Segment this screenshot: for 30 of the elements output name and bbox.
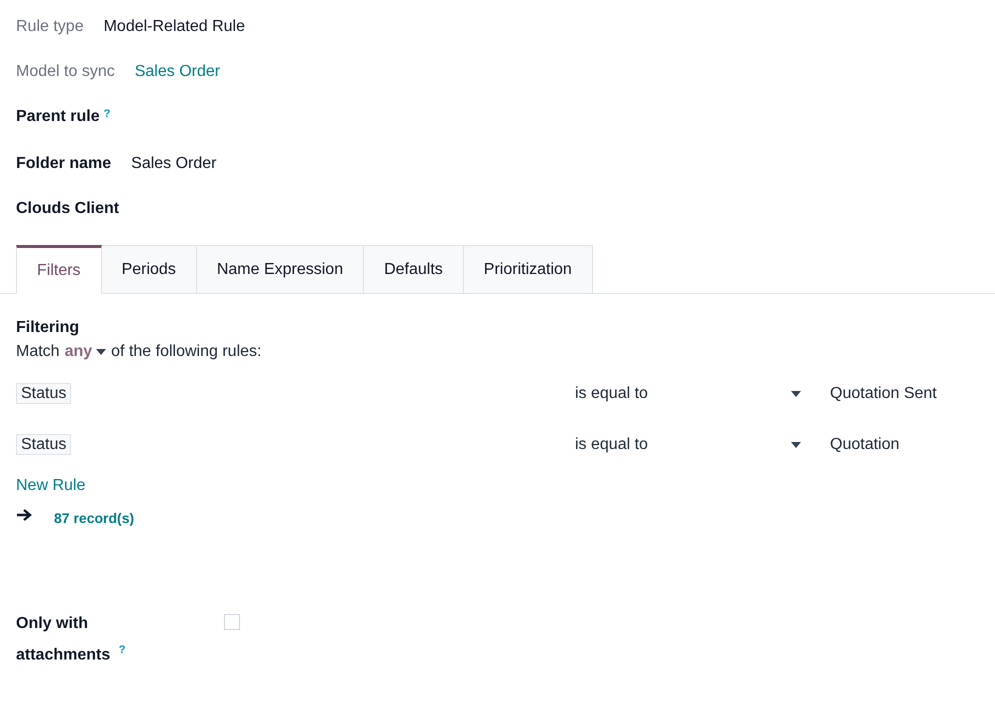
field-selector[interactable]: Status	[16, 434, 72, 455]
field-label: Clouds Client	[16, 200, 120, 218]
operator-select[interactable]: is equal to	[575, 436, 801, 454]
caret-icon	[791, 442, 801, 448]
field-label: Folder name	[16, 155, 112, 173]
field-label: Rule type	[16, 18, 84, 36]
records-link[interactable]: 87 record(s)	[54, 510, 134, 526]
match-text: Match	[16, 342, 60, 362]
caret-icon	[791, 391, 801, 397]
field-value: Sales Order	[131, 155, 217, 173]
tab[interactable]: Filters	[16, 245, 102, 294]
value-select[interactable]: Quotation	[830, 436, 900, 454]
section-title: Filtering	[16, 318, 80, 338]
match-text: of the following rules:	[111, 342, 262, 362]
field-label: Only with attachments	[16, 615, 110, 664]
match-dropdown[interactable]: any	[64, 340, 106, 364]
checkbox[interactable]	[224, 614, 240, 630]
operator-select[interactable]: is equal to	[575, 385, 801, 403]
tab[interactable]: Prioritization	[464, 245, 593, 293]
tab[interactable]: Periods	[102, 245, 197, 293]
new-rule-link[interactable]: New Rule	[16, 477, 86, 494]
field-value: Model-Related Rule	[104, 18, 245, 36]
field-label: Parent rule	[16, 108, 100, 126]
caret-icon	[96, 349, 106, 355]
field-label: Model to sync	[16, 63, 115, 81]
tab[interactable]: Name Expression	[196, 245, 364, 293]
value-select[interactable]: Quotation Sent	[830, 385, 937, 403]
field-selector[interactable]: Status	[16, 383, 72, 404]
tab[interactable]: Defaults	[364, 245, 464, 293]
model-link[interactable]: Sales Order	[134, 63, 220, 81]
